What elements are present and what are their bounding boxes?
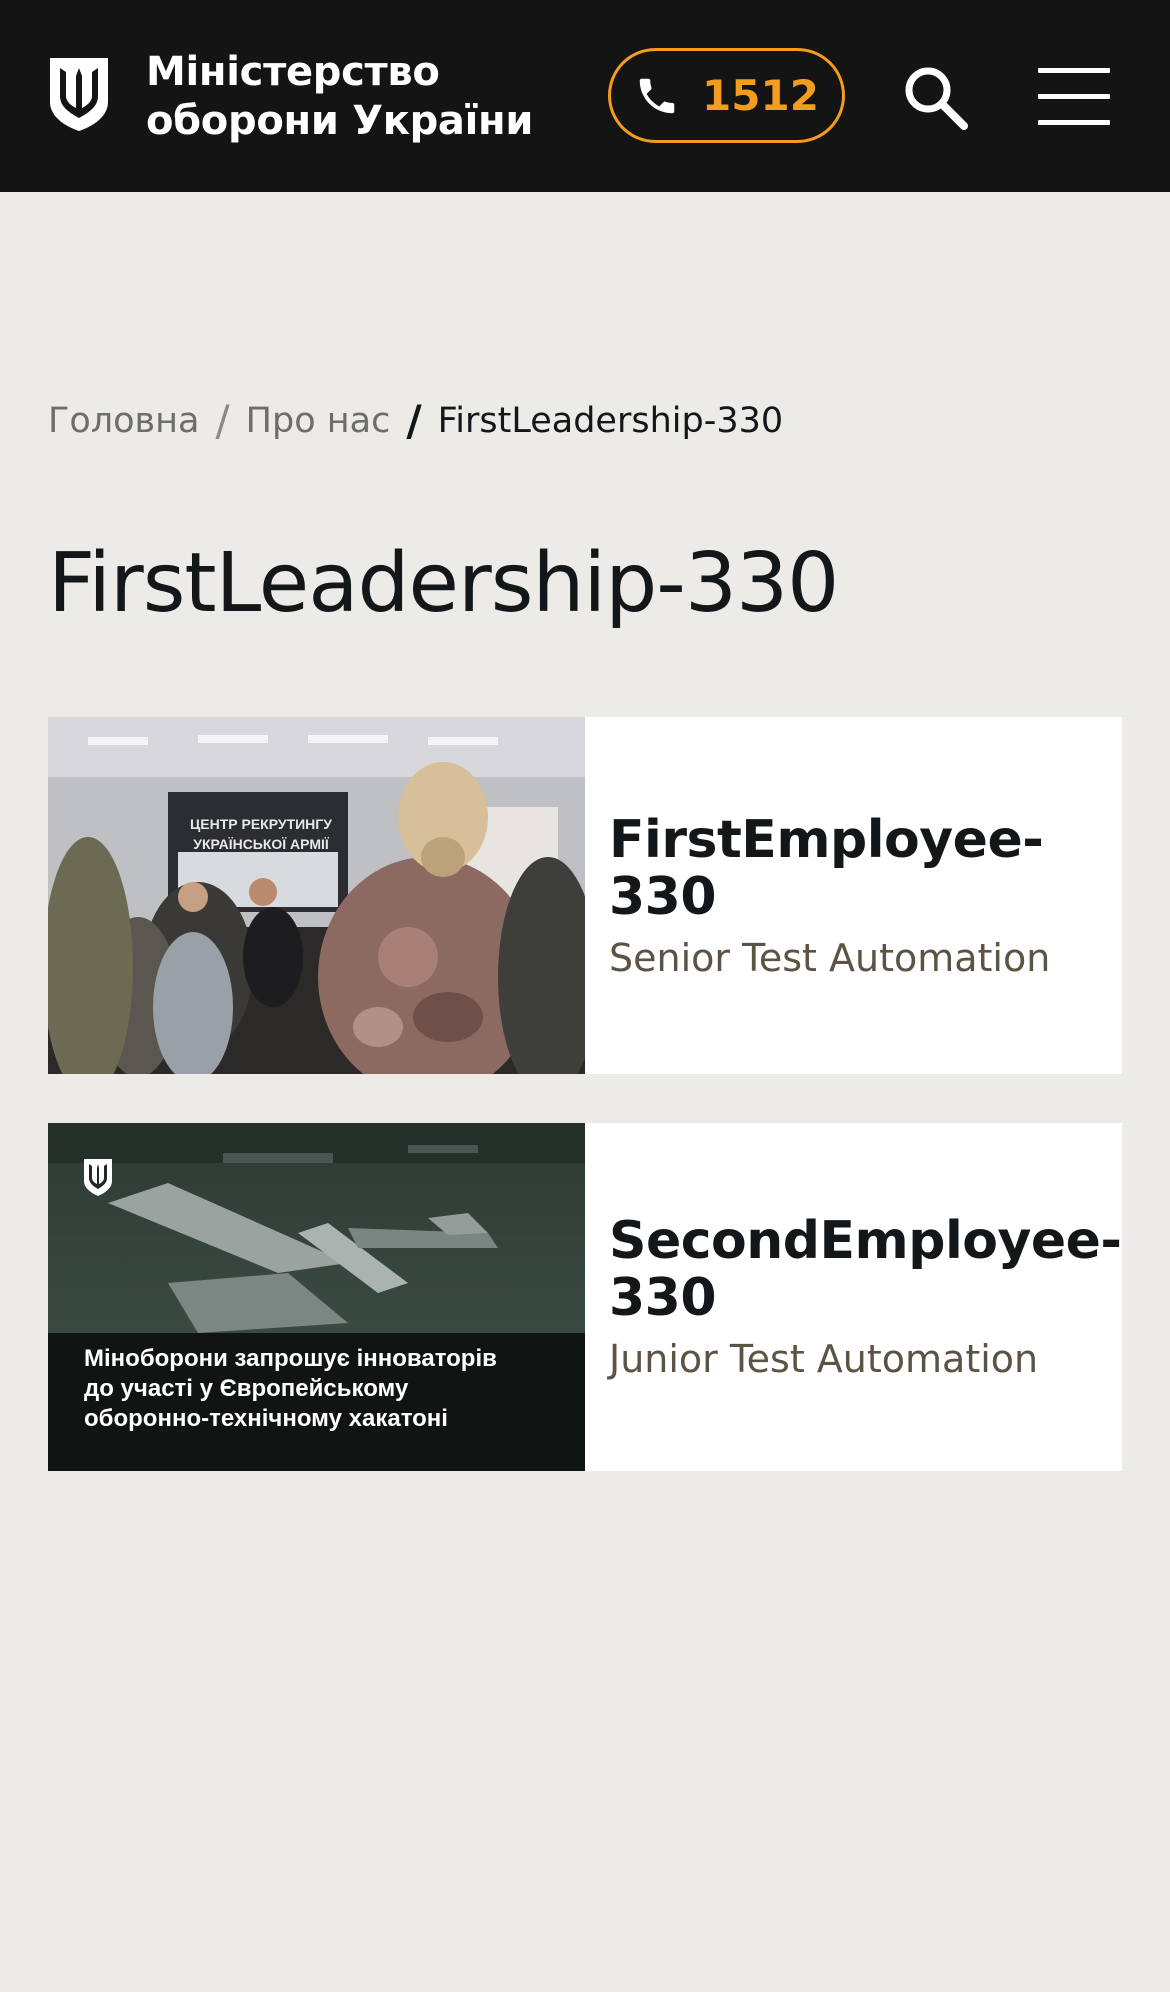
- phone-icon: [639, 78, 675, 113]
- employee-photo: Міноборони запрошує інноваторів до участ…: [48, 1123, 585, 1471]
- breadcrumb-home[interactable]: Головна: [48, 401, 200, 441]
- search-button[interactable]: [900, 62, 972, 134]
- hotline-button[interactable]: 1512: [608, 48, 845, 143]
- site-header: Міністерство оборони України 1512: [0, 0, 1170, 192]
- employee-name[interactable]: SecondEmployee-330: [609, 1213, 1122, 1327]
- employee-card[interactable]: Міноборони запрошує інноваторів до участ…: [48, 1123, 1122, 1471]
- photo-sign: ЦЕНТР РЕКРУТИНГУ УКРАЇНСЬКОЇ АРМІЇ: [176, 814, 346, 854]
- photo-sign-line-2: УКРАЇНСЬКОЇ АРМІЇ: [193, 836, 329, 852]
- breadcrumb-current: FirstLeadership-330: [437, 400, 784, 441]
- employee-card[interactable]: ЦЕНТР РЕКРУТИНГУ УКРАЇНСЬКОЇ АРМІЇ First…: [48, 717, 1122, 1074]
- employee-role: Senior Test Automation: [609, 935, 1051, 980]
- logo-line-1: Міністерство: [146, 49, 440, 95]
- breadcrumb-separator: /: [215, 396, 230, 445]
- search-icon: [905, 67, 968, 130]
- photo-caption-line-2: до участі у Європейському: [84, 1375, 409, 1402]
- employee-info: SecondEmployee-330 Junior Test Automatio…: [585, 1123, 1122, 1471]
- hotline-number: 1512: [702, 71, 819, 120]
- photo-caption-line-3: оборонно-технічному хакатоні: [84, 1405, 448, 1432]
- employee-role: Junior Test Automation: [609, 1337, 1039, 1381]
- menu-icon: [1038, 68, 1110, 73]
- employee-photo: ЦЕНТР РЕКРУТИНГУ УКРАЇНСЬКОЇ АРМІЇ: [48, 717, 585, 1074]
- menu-icon-bar: [1038, 120, 1110, 125]
- menu-button[interactable]: [1036, 66, 1112, 126]
- breadcrumb-separator: /: [406, 396, 422, 445]
- trident-icon[interactable]: [46, 56, 112, 132]
- photo-sign-line-1: ЦЕНТР РЕКРУТИНГУ: [190, 816, 332, 832]
- site-logo-text[interactable]: Міністерство оборони України: [146, 48, 533, 146]
- menu-icon-bar: [1038, 94, 1110, 99]
- employee-name[interactable]: FirstEmployee-330: [609, 811, 1122, 926]
- breadcrumb: Головна / Про нас / FirstLeadership-330: [48, 396, 783, 445]
- breadcrumb-about[interactable]: Про нас: [246, 401, 391, 441]
- page-title: FirstLeadership-330: [48, 536, 839, 631]
- photo-caption-line-1: Міноборони запрошує інноваторів: [84, 1345, 497, 1372]
- logo-line-2: оборони України: [146, 98, 534, 144]
- employee-info: FirstEmployee-330 Senior Test Automation: [585, 717, 1122, 1074]
- photo-caption: Міноборони запрошує інноваторів до участ…: [84, 1344, 497, 1434]
